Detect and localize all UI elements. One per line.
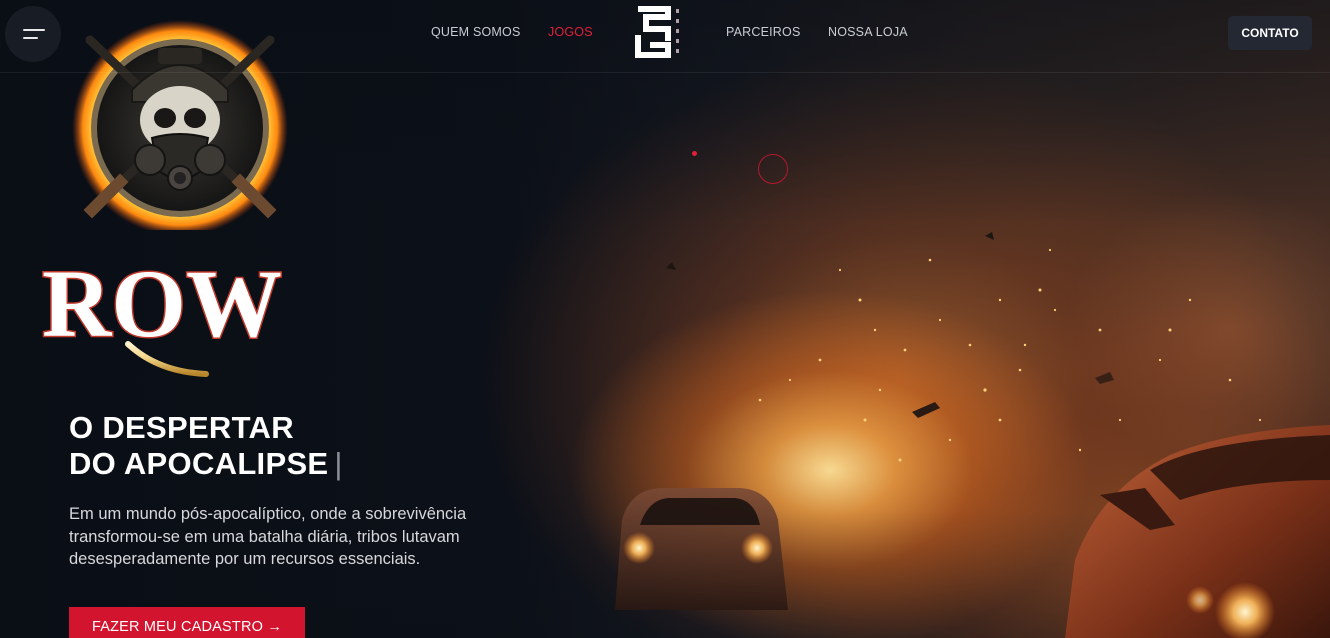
hero-title-line-2: DO APOCALIPSE | (69, 446, 343, 482)
row-logo-text: ROW (42, 250, 282, 357)
nav-quem-somos[interactable]: QUEM SOMOS (431, 25, 521, 39)
hero-title-line-2-text: DO APOCALIPSE (69, 446, 329, 481)
hero-description: Em um mundo pós-apocalíptico, onde a sob… (69, 505, 467, 568)
typing-caret: | (334, 446, 343, 481)
cursor-ring-icon (758, 154, 788, 184)
hamburger-menu-icon (23, 29, 45, 31)
nav-parceiros[interactable]: PARCEIROS (726, 25, 801, 39)
row-game-logo: ROW (41, 249, 284, 377)
hero-title: O DESPERTAR DO APOCALIPSE | (69, 410, 343, 482)
cursor-dot-icon (692, 151, 697, 156)
hamburger-menu-icon-line (23, 37, 38, 39)
nav-jogos[interactable]: JOGOS (548, 25, 593, 39)
nav-nossa-loja[interactable]: NOSSA LOJA (828, 25, 908, 39)
page: QUEM SOMOS JOGOS PARCEIROS NOSSA LOJA CO… (0, 0, 1330, 638)
register-cta-button[interactable]: FAZER MEU CADASTRO → (69, 607, 305, 638)
hero-title-line-1: O DESPERTAR (69, 410, 294, 445)
gs-logo-icon[interactable] (634, 5, 684, 61)
top-navbar: QUEM SOMOS JOGOS PARCEIROS NOSSA LOJA CO… (0, 0, 1330, 73)
contact-button[interactable]: CONTATO (1228, 16, 1312, 50)
hamburger-menu-button[interactable] (5, 6, 61, 62)
